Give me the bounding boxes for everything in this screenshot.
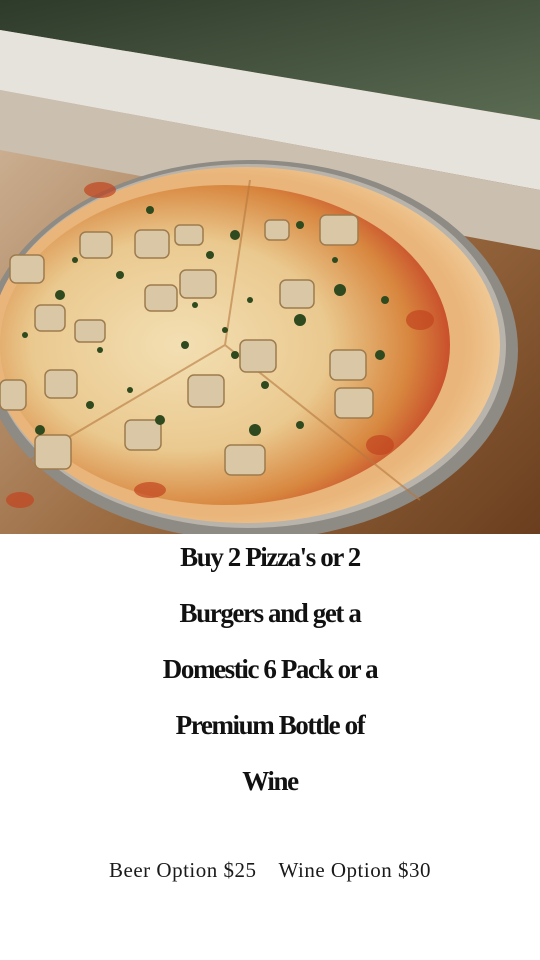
headline-line: Burgers and get a bbox=[179, 598, 362, 628]
headline-line: Domestic 6 Pack or a bbox=[162, 654, 379, 684]
price-options: Beer Option $25 Wine Option $30 bbox=[0, 858, 540, 883]
headline-line: Wine bbox=[242, 766, 299, 796]
pizza-photo bbox=[0, 0, 540, 534]
promo-headline: Buy 2 Pizza's or 2 Burgers and get a Dom… bbox=[0, 534, 540, 814]
wine-option-price: Wine Option $30 bbox=[278, 858, 431, 882]
beer-option-price: Beer Option $25 bbox=[109, 858, 257, 882]
pizza-image bbox=[0, 0, 540, 534]
headline-line: Buy 2 Pizza's or 2 bbox=[180, 542, 361, 572]
promo-page: Buy 2 Pizza's or 2 Burgers and get a Dom… bbox=[0, 0, 540, 960]
headline-line: Premium Bottle of bbox=[175, 710, 366, 740]
